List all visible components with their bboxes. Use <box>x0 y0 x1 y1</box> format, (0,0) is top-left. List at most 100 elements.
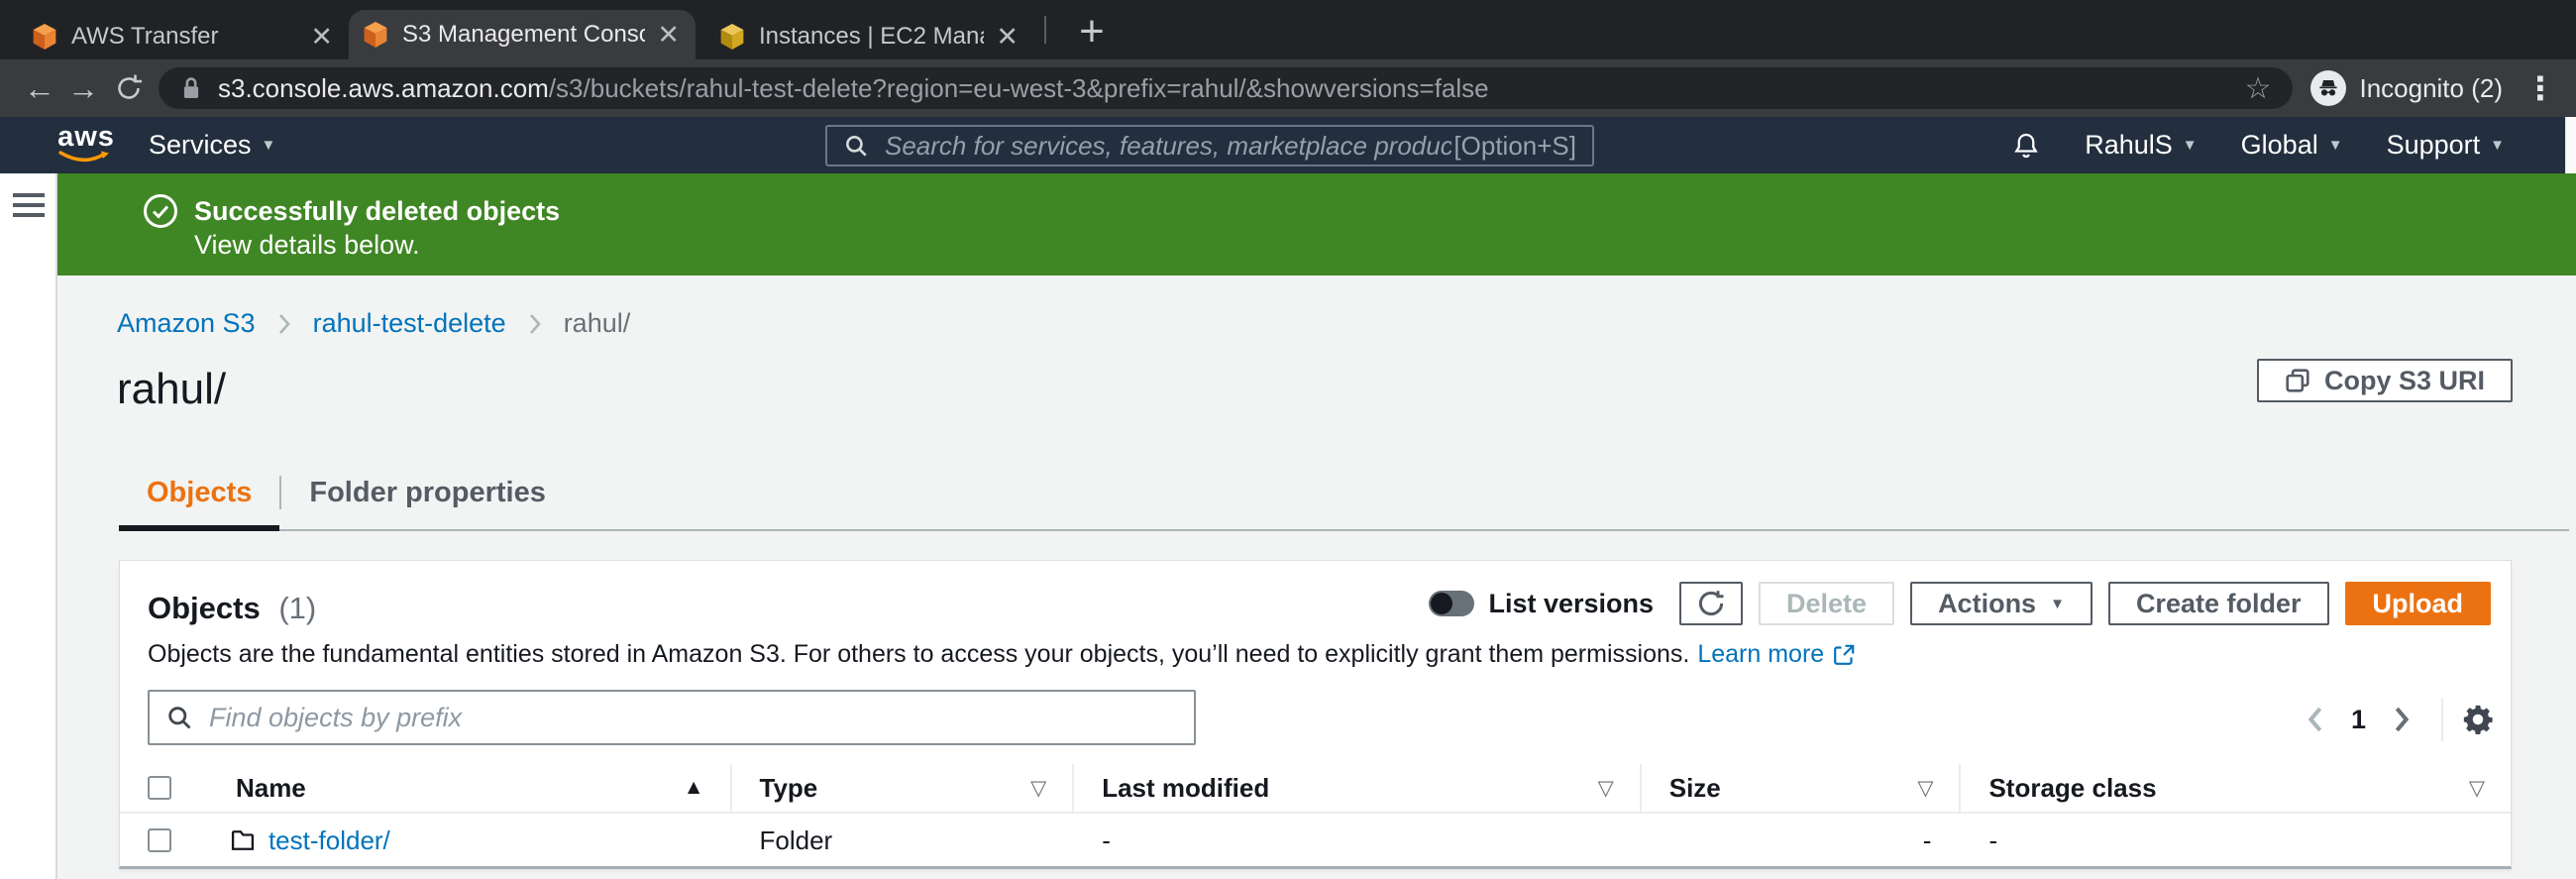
aws-favicon-icon <box>32 23 57 51</box>
objects-count: (1) <box>278 591 317 625</box>
select-all-checkbox[interactable] <box>148 776 171 800</box>
forward-icon[interactable]: → <box>61 72 105 104</box>
search-shortcut-hint: [Option+S] <box>1453 130 1576 161</box>
list-versions-toggle[interactable] <box>1429 591 1475 616</box>
sort-icon: ▽ <box>1917 776 1934 800</box>
copy-s3-uri-button[interactable]: Copy S3 URI <box>2256 359 2513 402</box>
find-objects-input[interactable] <box>207 701 1178 734</box>
browser-toolbar: ← → s3.console.aws.amazon.com/s3/buckets… <box>0 59 2576 117</box>
incognito-indicator: Incognito (2) <box>2310 70 2503 106</box>
address-bar[interactable]: s3.console.aws.amazon.com/s3/buckets/rah… <box>159 67 2294 109</box>
table-settings-gear-icon[interactable] <box>2461 703 2495 736</box>
row-select-cell <box>120 814 208 867</box>
breadcrumb-amazon-s3[interactable]: Amazon S3 <box>117 308 256 339</box>
aws-search-box[interactable]: [Option+S] <box>825 125 1594 166</box>
chevron-down-icon: ▼ <box>2050 595 2065 612</box>
bookmark-star-icon[interactable]: ☆ <box>2229 71 2272 106</box>
incognito-icon <box>2310 70 2347 106</box>
lock-icon <box>180 75 202 101</box>
refresh-button[interactable] <box>1679 582 1744 625</box>
tab-close-icon[interactable]: ✕ <box>655 20 682 51</box>
page-tabs: Objects Folder properties <box>119 456 2569 531</box>
breadcrumb-chevron-icon <box>278 313 290 334</box>
column-header-name[interactable]: Name ▲ <box>208 764 732 812</box>
search-icon <box>843 133 869 159</box>
table-header: Name ▲ Type ▽ Last modified ▽ Size ▽ Sto… <box>120 764 2511 814</box>
tab-strip-divider <box>1044 16 1046 44</box>
tab-close-icon[interactable]: ✕ <box>994 22 1020 53</box>
page-title: rahul/ <box>117 365 227 413</box>
tab-title: AWS Transfer <box>71 23 219 50</box>
back-icon[interactable]: ← <box>18 72 61 104</box>
objects-panel: Objects (1) List versions Delete Actions… <box>119 560 2512 869</box>
region-menu[interactable]: Global ▼ <box>2241 130 2343 161</box>
chevron-down-icon: ▼ <box>2327 137 2343 154</box>
column-header-type[interactable]: Type ▽ <box>732 764 1075 812</box>
learn-more-link[interactable]: Learn more <box>1697 640 1824 669</box>
sort-icon: ▽ <box>2468 776 2485 800</box>
url-domain: s3.console.aws.amazon.com <box>218 72 549 103</box>
chevron-down-icon: ▼ <box>2490 137 2505 154</box>
column-header-last-modified[interactable]: Last modified ▽ <box>1074 764 1642 812</box>
sort-icon: ▽ <box>1597 776 1614 800</box>
search-icon <box>165 704 193 731</box>
services-menu[interactable]: Services ▼ <box>149 117 275 173</box>
create-folder-button[interactable]: Create folder <box>2107 582 2329 625</box>
breadcrumb-bucket[interactable]: rahul-test-delete <box>313 308 506 339</box>
upload-button[interactable]: Upload <box>2344 582 2491 625</box>
browser-tab-strip: AWS Transfer ✕ S3 Management Console ✕ I… <box>0 0 2576 59</box>
flashbar-title: Successfully deleted objects <box>194 196 561 226</box>
tab-title: S3 Management Console <box>402 21 646 48</box>
browser-menu-icon[interactable]: ⋮ <box>2524 69 2556 107</box>
reload-icon[interactable] <box>105 72 149 104</box>
last-modified-cell: - <box>1102 824 1111 855</box>
aws-top-nav: aws Services ▼ [Option+S] RahulS ▼ Globa… <box>0 117 2576 173</box>
previous-page-icon[interactable] <box>2294 700 2337 739</box>
incognito-label: Incognito (2) <box>2359 72 2503 103</box>
tab-objects[interactable]: Objects <box>119 456 280 531</box>
url-text: s3.console.aws.amazon.com/s3/buckets/rah… <box>218 73 1489 104</box>
sort-icon: ▽ <box>1030 776 1047 800</box>
hamburger-menu-icon[interactable] <box>13 193 45 223</box>
flashbar-subtitle: View details below. <box>194 230 420 260</box>
object-link[interactable]: test-folder/ <box>268 825 390 856</box>
type-cell: Folder <box>759 824 833 855</box>
list-versions-label: List versions <box>1488 588 1655 618</box>
folder-icon <box>229 826 257 854</box>
aws-search-input[interactable] <box>883 129 1454 163</box>
breadcrumb-current: rahul/ <box>563 308 631 338</box>
actions-button[interactable]: Actions ▼ <box>1910 582 2093 625</box>
url-path: /s3/buckets/rahul-test-delete?region=eu-… <box>548 72 1489 103</box>
next-page-icon[interactable] <box>2380 700 2423 739</box>
name-cell: test-folder/ <box>208 814 732 867</box>
support-menu[interactable]: Support ▼ <box>2387 130 2505 161</box>
column-header-size[interactable]: Size ▽ <box>1642 764 1962 812</box>
current-page-number[interactable]: 1 <box>2351 705 2366 735</box>
breadcrumb: Amazon S3 rahul-test-delete rahul/ <box>117 308 630 339</box>
chevron-down-icon: ▼ <box>2182 137 2198 154</box>
pagination: 1 <box>2294 698 2495 741</box>
new-tab-button[interactable]: + <box>1066 6 1118 57</box>
sort-ascending-icon: ▲ <box>683 776 704 799</box>
panel-description: Objects are the fundamental entities sto… <box>148 640 1856 669</box>
table-row: test-folder/ Folder - - - <box>120 814 2511 867</box>
find-objects-search[interactable] <box>148 690 1196 745</box>
select-all-cell <box>120 764 208 812</box>
tab-close-icon[interactable]: ✕ <box>308 22 335 53</box>
delete-button[interactable]: Delete <box>1759 582 1895 625</box>
side-nav-strip <box>0 173 57 879</box>
tab-title: Instances | EC2 Management C <box>759 23 984 50</box>
panel-heading: Objects (1) <box>148 591 317 625</box>
tab-folder-properties[interactable]: Folder properties <box>281 456 574 529</box>
column-header-storage-class[interactable]: Storage class ▽ <box>1961 764 2511 812</box>
browser-tab-s3-console[interactable]: S3 Management Console ✕ <box>349 10 696 59</box>
aws-logo[interactable]: aws <box>57 123 115 165</box>
success-flashbar: Successfully deleted objects View detail… <box>57 173 2576 275</box>
account-menu[interactable]: RahulS ▼ <box>2085 130 2197 161</box>
notifications-bell-icon[interactable] <box>2011 131 2041 161</box>
row-checkbox[interactable] <box>148 828 171 852</box>
success-check-icon <box>142 192 179 230</box>
external-link-icon <box>1832 643 1856 667</box>
browser-tab-ec2-instances[interactable]: Instances | EC2 Management C ✕ <box>705 14 1034 59</box>
browser-tab-aws-transfer[interactable]: AWS Transfer ✕ <box>18 14 349 59</box>
